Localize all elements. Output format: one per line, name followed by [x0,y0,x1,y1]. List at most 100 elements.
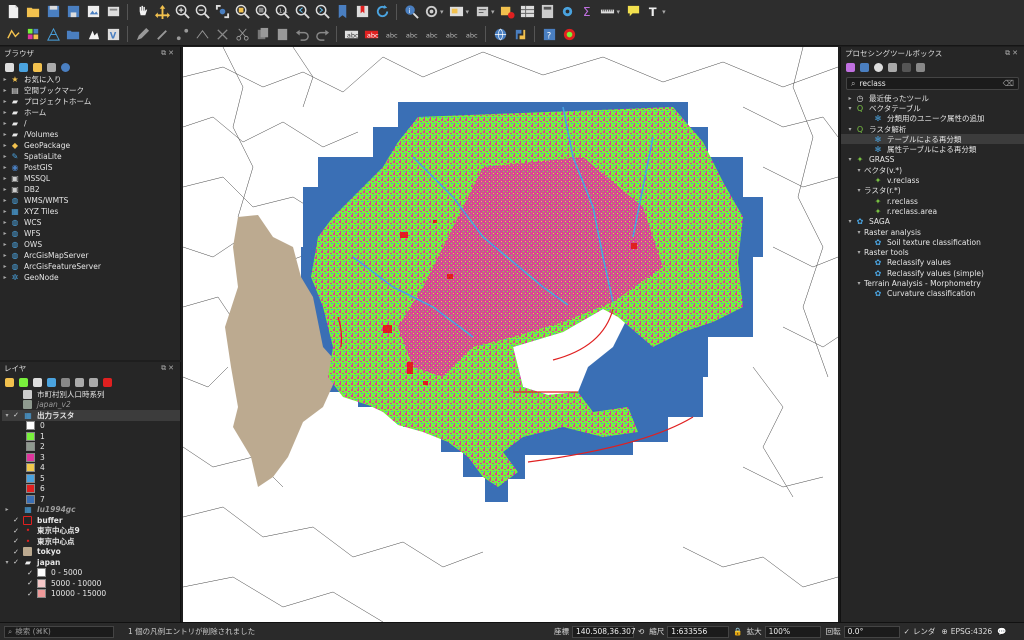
label-show-icon[interactable]: abc [402,25,420,43]
python-scripts-icon[interactable] [860,62,869,72]
expand-arrow-icon[interactable]: ▾ [845,218,855,225]
expand-arrow-icon[interactable]: ▸ [0,175,10,182]
refresh-icon[interactable] [373,3,391,21]
layer-checkbox[interactable]: ✓ [12,527,20,535]
expand-arrow-icon[interactable]: ▾ [854,249,864,256]
crs-value[interactable]: EPSG:4326 [951,627,992,636]
expand-arrow-icon[interactable]: ▸ [0,263,10,270]
filter-icon[interactable] [33,62,42,72]
legend-item[interactable]: 7 [2,494,180,505]
paste-icon[interactable] [273,25,291,43]
legend-filter-icon[interactable] [61,377,70,387]
save-edits-icon[interactable] [153,25,171,43]
models-icon[interactable] [846,62,855,72]
actions-icon[interactable] [422,3,440,21]
edit-features-icon[interactable] [902,62,911,72]
text-annotation-icon[interactable]: T [644,3,662,21]
toolbox-search[interactable]: ⌕ ⌫ [846,77,1019,90]
browser-item[interactable]: ▸ ◍ ArcGisFeatureServer [0,261,180,272]
toolbox-item[interactable]: ▾ ✦ GRASS [841,155,1024,165]
panel-float-close-icon[interactable]: ⧉✕ [161,49,176,58]
undo-icon[interactable] [293,25,311,43]
pan-hand-icon[interactable] [133,3,151,21]
plugin-globe-icon[interactable] [491,25,509,43]
record-plugin-icon[interactable] [560,25,578,43]
expand-arrow-icon[interactable]: ▸ [0,153,10,160]
redo-icon[interactable] [313,25,331,43]
pan-to-selection-icon[interactable] [153,3,171,21]
expand-arrow-icon[interactable]: ▾ [845,126,855,133]
expand-arrow-icon[interactable]: ▸ [0,131,10,138]
select-by-value-icon[interactable] [473,3,491,21]
browser-item[interactable]: ▸ ▰ ホーム [0,107,180,118]
toolbox-item[interactable]: ✻ 分類用のユニーク属性の追加 [841,114,1024,124]
toolbox-item[interactable]: ▾ Terrain Analysis - Morphometry [841,278,1024,288]
crs-icon[interactable]: ⊕ [941,627,947,636]
layer-checkbox[interactable]: ✓ [12,516,20,524]
expand-arrow-icon[interactable]: ▾ [845,156,855,163]
expand-arrow-icon[interactable]: ▾ [854,280,864,287]
legend-checkbox[interactable]: ✓ [26,590,34,598]
select-features-icon[interactable] [448,3,466,21]
vertex-tool-icon[interactable] [193,25,211,43]
save-as-icon[interactable] [64,3,82,21]
layer-buffer[interactable]: ✓ buffer [2,515,180,526]
expand-arrow-icon[interactable]: ▾ [854,167,864,174]
layer-tokyo-center9[interactable]: ✓ • 東京中心点9 [2,526,180,537]
remove-layer-icon[interactable] [103,377,112,387]
toolbox-item[interactable]: ▾ ベクタ(v.*) [841,165,1024,175]
expand-arrow-icon[interactable]: ▾ [854,229,864,236]
legend-item[interactable]: 1 [2,431,180,442]
legend-item[interactable]: 3 [2,452,180,463]
expand-arrow-icon[interactable]: ▸ [0,208,10,215]
toggle-editing-icon[interactable] [133,25,151,43]
toolbox-item[interactable]: ▾ ラスタ(r.*) [841,186,1024,196]
map-rendering[interactable] [183,47,838,622]
browser-item[interactable]: ▸ ▰ /Volumes [0,129,180,140]
save-project-icon[interactable] [44,3,62,21]
refresh-browser-icon[interactable] [19,62,28,72]
extents-icon[interactable]: ⟲ [638,627,644,636]
legend-item[interactable]: ✓ 0 - 5000 [2,568,180,579]
processing-gear-icon[interactable] [559,3,577,21]
toolbox-item[interactable]: ✻ 属性テーブルによる再分類 [841,144,1024,154]
delete-selected-icon[interactable] [213,25,231,43]
add-delimited-icon[interactable] [64,25,82,43]
locator-search[interactable]: ⌕ 検索 (⌘K) [4,625,114,638]
layer-group-population[interactable]: 市町村別人口時系列 [2,389,180,400]
browser-item[interactable]: ▸ ▣ MSSQL [0,173,180,184]
expand-arrow-icon[interactable]: ▾ [854,187,864,194]
toolbox-item[interactable]: ▾ ✿ SAGA [841,217,1024,227]
layer-checkbox[interactable]: ✓ [12,411,20,419]
browser-item[interactable]: ▸ ◆ GeoPackage [0,140,180,151]
browser-item[interactable]: ▸ ▣ DB2 [0,184,180,195]
deselect-icon[interactable] [499,3,517,21]
new-layout-icon[interactable] [84,3,102,21]
toolbox-float-close-icon[interactable]: ⧉✕ [1005,49,1020,58]
expand-arrow-icon[interactable]: ▸ [845,95,855,102]
toolbox-item[interactable]: ✿ Curvature classification [841,289,1024,299]
expand-arrow-icon[interactable]: ▾ [845,105,855,112]
expand-arrow-icon[interactable]: ▸ [0,76,10,83]
expand-arrow-icon[interactable]: ▸ [0,109,10,116]
zoom-full-icon[interactable] [213,3,231,21]
legend-item[interactable]: 2 [2,442,180,453]
browser-item[interactable]: ▸ ◍ WFS [0,228,180,239]
label-highlight-icon[interactable]: abc [362,25,380,43]
browser-item[interactable]: ▸ ▦ XYZ Tiles [0,206,180,217]
toolbox-item[interactable]: ✦ v.reclass [841,175,1024,185]
cut-icon[interactable] [233,25,251,43]
legend-checkbox[interactable]: ✓ [26,579,34,587]
toolbox-settings-icon[interactable] [916,62,925,72]
label-rotate-icon[interactable]: abc [442,25,460,43]
browser-item[interactable]: ▸ ◉ PostGIS [0,162,180,173]
collapse-all-icon[interactable] [47,62,56,72]
new-project-icon[interactable] [4,3,22,21]
expand-arrow-icon[interactable]: ▸ [0,120,10,127]
toolbox-item[interactable]: ✦ r.reclass [841,196,1024,206]
zoom-out-icon[interactable] [193,3,211,21]
browser-item[interactable]: ▸ ▰ プロジェクトホーム [0,96,180,107]
toolbox-item[interactable]: ▸ ◷ 最近使ったツール [841,93,1024,103]
legend-item[interactable]: ✓ 5000 - 10000 [2,578,180,589]
copy-icon[interactable] [253,25,271,43]
